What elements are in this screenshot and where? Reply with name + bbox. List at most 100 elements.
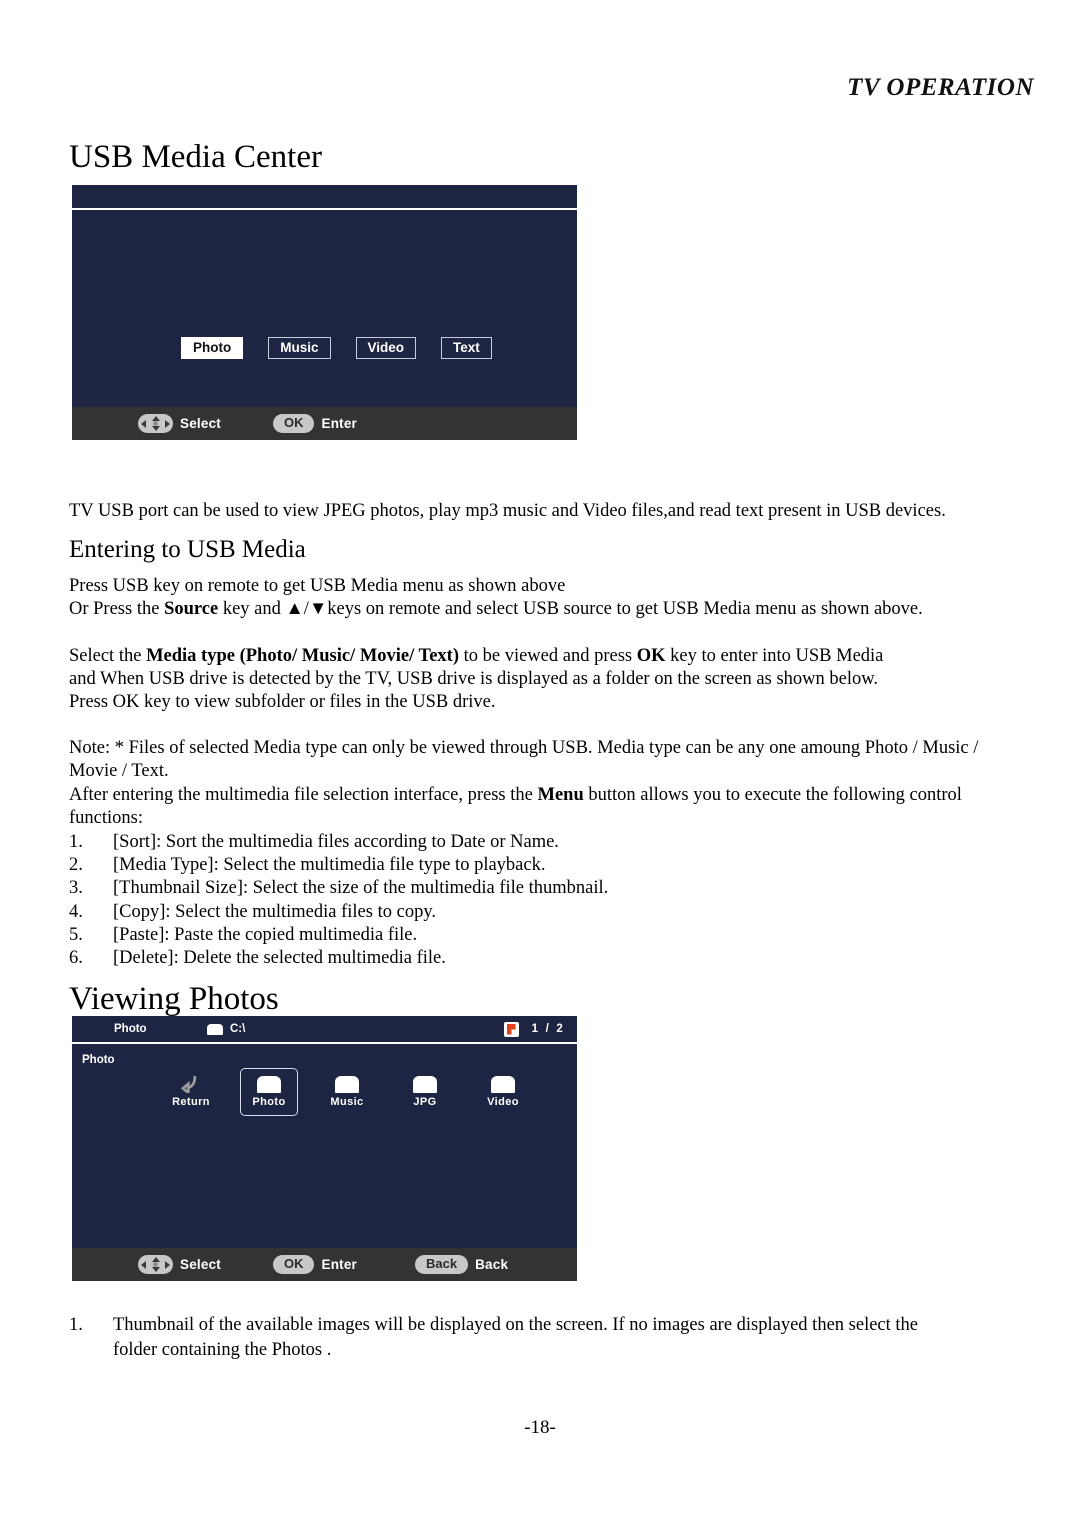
folder-icon <box>413 1076 437 1093</box>
paragraph-press-usb-key: Press USB key on remote to get USB Media… <box>69 576 566 596</box>
media-type-chip-video[interactable]: Video <box>355 337 417 359</box>
page-title-usb-media-center: USB Media Center <box>69 139 322 175</box>
text-execute-control: button allows you to execute the followi… <box>583 785 962 805</box>
osd-photo-file-browser: Photo C:\ 1 / 2 Photo Return Photo Music… <box>72 1016 577 1281</box>
heading-entering-to-usb-media: Entering to USB Media <box>69 536 306 563</box>
list-item-text: Thumbnail of the available images will b… <box>113 1315 918 1360</box>
hint-select: Select <box>138 1248 221 1281</box>
list-item-text: [Copy]: Select the multimedia files to c… <box>113 901 436 922</box>
page-current: 1 <box>531 1023 541 1035</box>
viewing-photos-note: 1. Thumbnail of the available images wil… <box>69 1313 959 1363</box>
ok-key-icon: OK <box>272 1255 315 1274</box>
file-item-jpg[interactable]: JPG <box>396 1068 454 1116</box>
text-to-be-viewed: to be viewed and press <box>458 646 637 666</box>
text-select-the: Select the <box>69 646 147 666</box>
text-key-to-enter: key to enter into USB Media <box>665 646 884 666</box>
paragraph-functions-word: functions: <box>69 808 143 828</box>
list-item-text: [Media Type]: Select the multimedia file… <box>113 855 546 876</box>
list-item-number: 1. <box>69 832 83 852</box>
running-head: TV OPERATION <box>847 74 1034 101</box>
page-total: 2 <box>556 1023 565 1035</box>
text-menu-bold: Menu <box>537 785 584 805</box>
text-after-entering: After entering the multimedia file selec… <box>69 785 538 805</box>
breadcrumb: Photo <box>82 1054 115 1066</box>
folder-icon <box>207 1023 223 1035</box>
osd-hint-bar: Select OK Enter Back Back <box>72 1248 577 1281</box>
list-item: 4. [Copy]: Select the multimedia files t… <box>69 901 869 924</box>
folder-icon <box>491 1076 515 1093</box>
list-item: 2. [Media Type]: Select the multimedia f… <box>69 854 869 877</box>
list-item-text: [Sort]: Sort the multimedia files accord… <box>113 832 559 852</box>
list-item: 5. [Paste]: Paste the copied multimedia … <box>69 924 869 947</box>
page-separator: / <box>545 1023 551 1035</box>
file-item-music[interactable]: Music <box>318 1068 376 1116</box>
page-number: -18- <box>524 1417 556 1438</box>
header-media-type: Photo <box>114 1023 147 1035</box>
list-item-number: 6. <box>69 948 83 969</box>
media-type-chip-row: Photo Music Video Text <box>72 337 577 359</box>
file-item-video[interactable]: Video <box>474 1068 532 1116</box>
list-item-number: 1. <box>69 1315 83 1335</box>
text-ok-bold: OK <box>636 646 666 666</box>
file-browser-header: Photo C:\ 1 / 2 <box>72 1016 577 1044</box>
list-item: 1. [Sort]: Sort the multimedia files acc… <box>69 831 869 854</box>
back-key-icon: Back <box>415 1255 469 1274</box>
heading-viewing-photos: Viewing Photos <box>69 981 279 1017</box>
osd-hint-bar: Select OK Enter <box>72 407 577 440</box>
folder-icon <box>335 1076 359 1093</box>
header-page-numbers: 1 / 2 <box>532 1023 565 1035</box>
media-type-chip-photo[interactable]: Photo <box>181 337 244 359</box>
osd-usb-media-menu: Photo Music Video Text Select OK Enter <box>72 185 577 440</box>
hint-select: Select <box>138 407 221 440</box>
folder-icon <box>257 1076 281 1093</box>
hint-label-back: Back <box>475 1257 509 1272</box>
header-path-label: C:\ <box>230 1023 246 1035</box>
list-item-number: 2. <box>69 855 83 876</box>
file-item-label: Return <box>172 1096 210 1108</box>
paragraph-menu-functions-intro: After entering the multimedia file selec… <box>69 784 1029 807</box>
paragraph-usb-drive-detected: and When USB drive is detected by the TV… <box>69 669 879 689</box>
file-item-return[interactable]: Return <box>162 1068 220 1116</box>
osd-top-bar <box>72 185 577 210</box>
file-item-label: Video <box>487 1096 519 1108</box>
manual-page: TV OPERATION USB Media Center Photo Musi… <box>0 0 1080 1532</box>
file-browser-item-grid: Return Photo Music JPG Video <box>162 1068 532 1116</box>
document-icon <box>503 1021 519 1037</box>
text-or-press-the: Or Press the <box>69 599 165 619</box>
osd-screen-area: Photo Music Video Text <box>72 212 577 407</box>
text-source-bold: Source <box>164 599 219 619</box>
paragraph-press-source-key: Or Press the Source key and ▲/▼keys on r… <box>69 598 1009 621</box>
file-browser-body: Photo Return Photo Music JPG Video <box>72 1046 577 1248</box>
file-item-photo[interactable]: Photo <box>240 1068 298 1116</box>
ok-key-icon: OK <box>272 414 315 433</box>
media-type-chip-text[interactable]: Text <box>441 337 492 359</box>
list-item: 6. [Delete]: Delete the selected multime… <box>69 947 869 970</box>
list-item-text: [Delete]: Delete the selected multimedia… <box>113 948 446 969</box>
hint-label-enter: Enter <box>321 1257 357 1272</box>
list-item: 3. [Thumbnail Size]: Select the size of … <box>69 877 869 900</box>
hint-enter: OK Enter <box>272 407 357 440</box>
list-item-number: 4. <box>69 901 83 922</box>
list-item-number: 5. <box>69 924 83 945</box>
media-type-chip-music[interactable]: Music <box>268 337 331 359</box>
return-arrow-icon <box>179 1075 203 1096</box>
header-pager: 1 / 2 <box>503 1021 565 1037</box>
hint-label-select: Select <box>180 1257 221 1272</box>
list-item-text: [Thumbnail Size]: Select the size of the… <box>113 878 609 899</box>
paragraph-select-media-type: Select the Media type (Photo/ Music/ Mov… <box>69 645 1009 668</box>
text-media-type-bold: Media type (Photo/ Music/ Movie/ Text) <box>146 646 459 666</box>
file-item-label: Music <box>330 1096 364 1108</box>
list-item-text: [Paste]: Paste the copied multimedia fil… <box>113 924 418 945</box>
file-item-label: Photo <box>252 1096 286 1108</box>
hint-enter: OK Enter <box>272 1248 357 1281</box>
dpad-icon <box>138 1255 173 1274</box>
list-item-number: 3. <box>69 878 83 899</box>
text-source-rest: key and ▲/▼keys on remote and select USB… <box>218 599 923 619</box>
hint-back: Back Back <box>415 1248 508 1281</box>
paragraph-note-line1: Note: * Files of selected Media type can… <box>69 738 979 758</box>
file-item-label: JPG <box>413 1096 437 1108</box>
paragraph-press-ok-subfolder: Press OK key to view subfolder or files … <box>69 692 496 712</box>
menu-functions-list: 1. [Sort]: Sort the multimedia files acc… <box>69 831 869 970</box>
hint-label-select: Select <box>180 416 221 431</box>
paragraph-note-line2: Movie / Text. <box>69 761 169 781</box>
